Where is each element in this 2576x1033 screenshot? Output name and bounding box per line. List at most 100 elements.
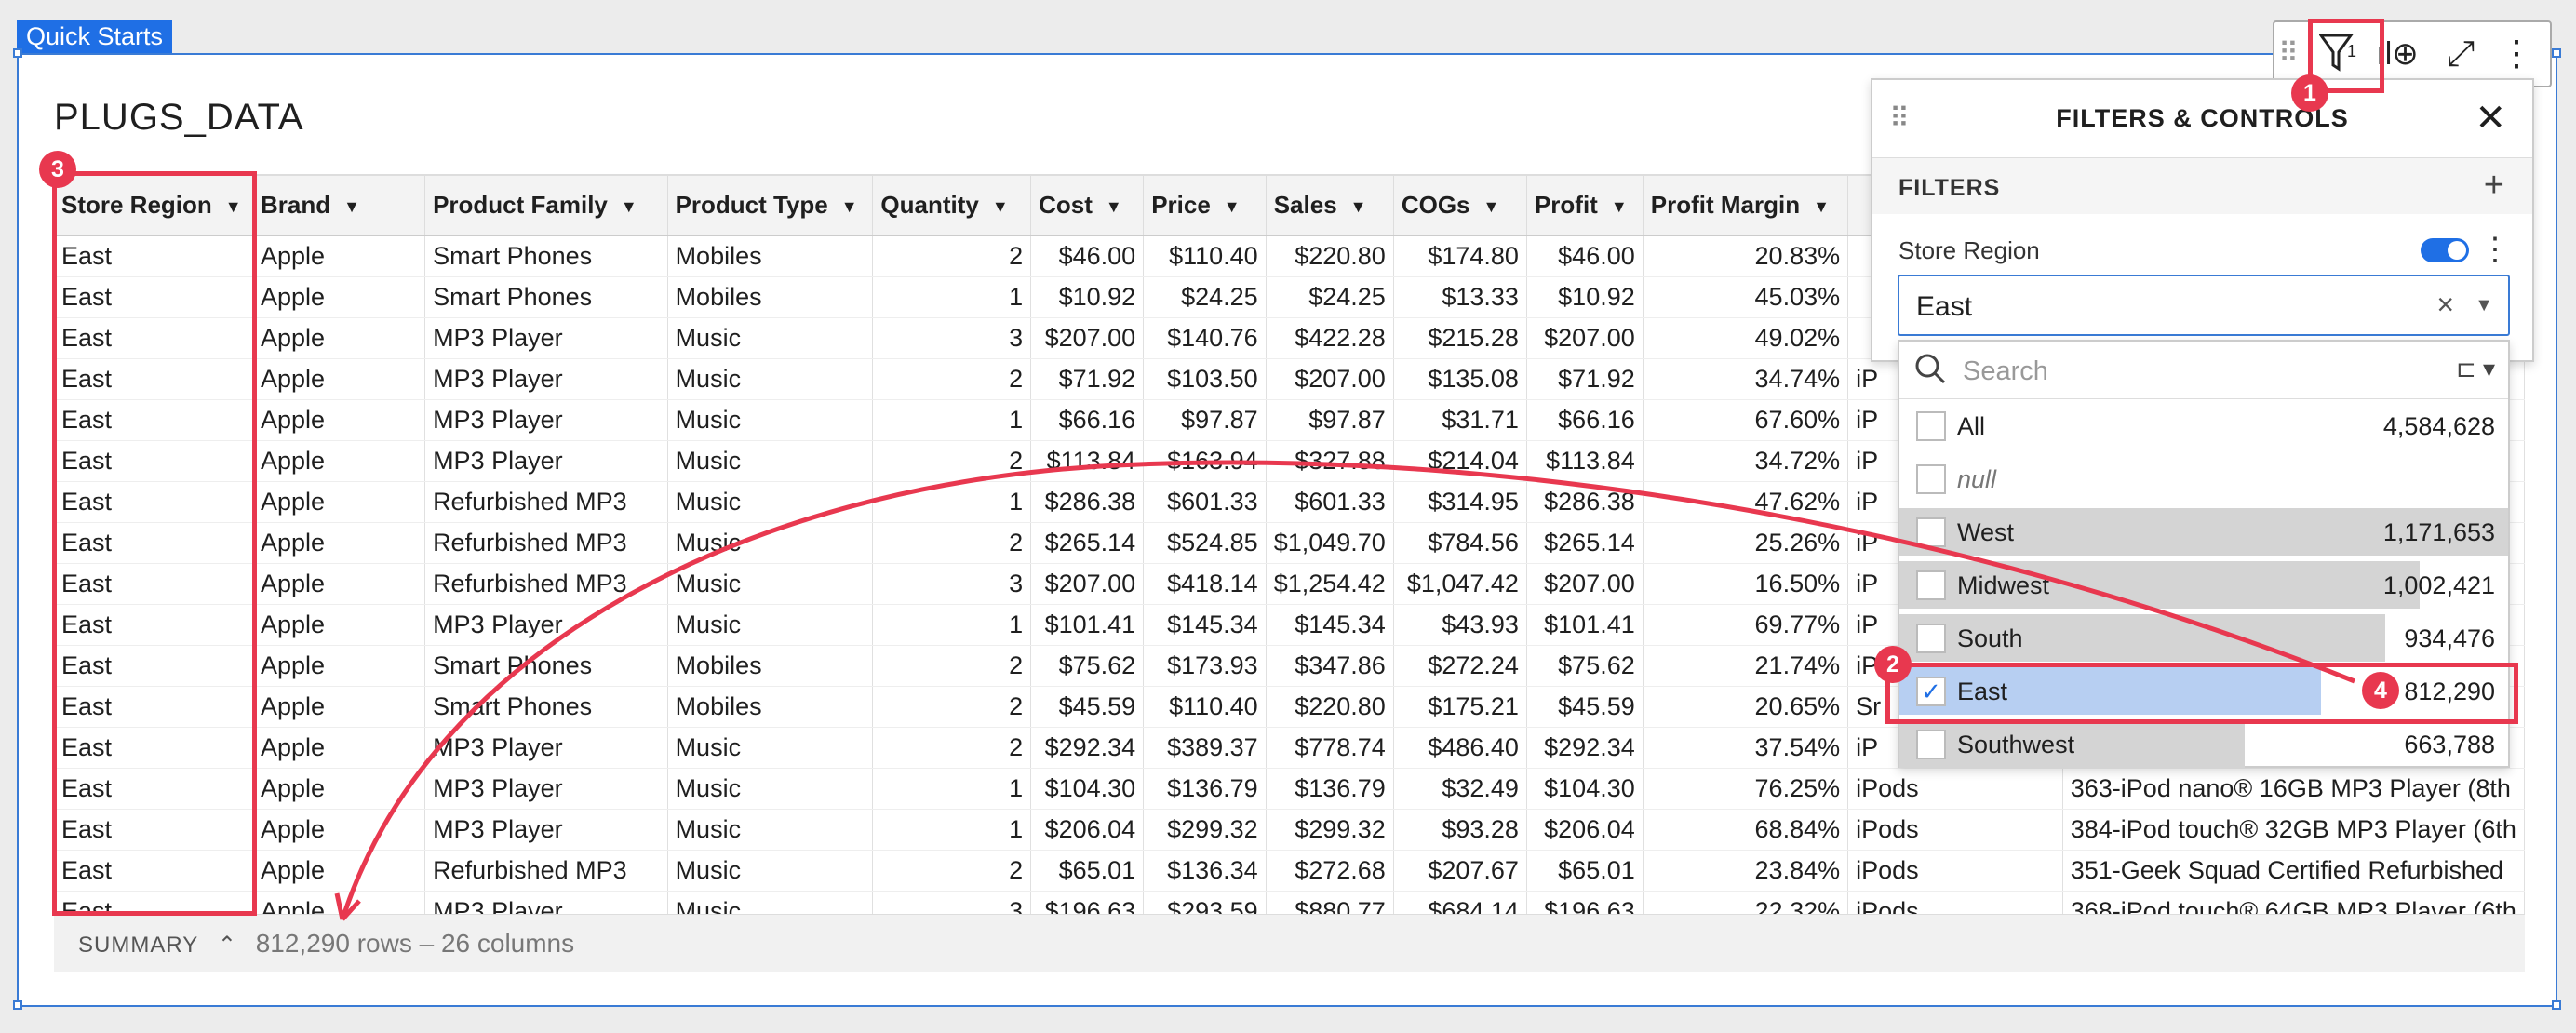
table-cell: $136.79 — [1143, 768, 1267, 810]
table-cell: 1 — [872, 604, 1032, 646]
table-cell: 2 — [872, 850, 1032, 892]
option-checkbox[interactable] — [1916, 624, 1946, 653]
option-checkbox[interactable] — [1916, 464, 1946, 494]
chevron-down-icon[interactable]: ▼ — [343, 197, 360, 217]
table-cell: $293.59 — [1143, 891, 1267, 914]
column-header[interactable]: Cost ▼ — [1030, 176, 1145, 236]
table-cell: Apple — [252, 563, 426, 605]
table-cell: Smart Phones — [424, 276, 668, 318]
column-header-label: Profit Margin — [1650, 191, 1801, 219]
filter-option[interactable]: West 1,171,653 — [1899, 505, 2508, 558]
table-title: PLUGS_DATA — [54, 97, 304, 138]
column-header[interactable]: Product Family ▼ — [424, 176, 668, 236]
table-cell: Apple — [252, 481, 426, 523]
column-header[interactable]: Profit ▼ — [1526, 176, 1644, 236]
table-cell: Apple — [252, 604, 426, 646]
chevron-down-icon[interactable]: ▼ — [1611, 197, 1628, 217]
table-cell: $601.33 — [1143, 481, 1267, 523]
table-row[interactable]: East Apple MP3 Player Music 1 $104.30 $136.79 $… — [54, 768, 2525, 810]
table-cell: $207.00 — [1030, 563, 1145, 605]
table-cell: Apple — [252, 809, 426, 851]
column-header[interactable]: COGs ▼ — [1393, 176, 1527, 236]
table-cell: 3 — [872, 317, 1032, 359]
table-cell: Refurbished MP3 — [424, 850, 668, 892]
drag-handle-icon[interactable]: ⠿ — [2274, 22, 2302, 86]
option-count: 1,171,653 — [2382, 518, 2495, 546]
column-header[interactable]: Profit Margin ▼ — [1643, 176, 1849, 236]
table-cell: MP3 Player — [424, 358, 668, 400]
summary-bar[interactable]: SUMMARY ⌃ 812,290 rows – 26 columns — [54, 914, 2525, 972]
table-cell: 363-iPod nano® 16GB MP3 Player (8th — [2062, 768, 2525, 810]
option-label: South — [1957, 624, 2023, 652]
filter-option[interactable]: Midwest 1,002,421 — [1899, 558, 2508, 611]
resize-handle[interactable] — [13, 1000, 22, 1010]
more-options-icon[interactable]: ⋮ — [2490, 22, 2542, 86]
add-filter-icon[interactable]: + — [2484, 166, 2504, 206]
option-checkbox[interactable] — [1916, 570, 1946, 600]
column-header[interactable]: Sales ▼ — [1266, 176, 1394, 236]
chevron-down-icon[interactable]: ▼ — [1813, 197, 1830, 217]
chevron-down-icon[interactable]: ▼ — [1350, 197, 1367, 217]
table-cell: Apple — [252, 522, 426, 564]
chevron-down-icon[interactable]: ▼ — [2475, 295, 2493, 316]
filter-option[interactable]: South 934,476 — [1899, 611, 2508, 664]
close-icon[interactable]: ✕ — [2475, 97, 2506, 140]
table-cell: 21.74% — [1643, 645, 1849, 687]
resize-handle[interactable] — [13, 48, 22, 58]
table-row[interactable]: East Apple MP3 Player Music 3 $196.63 $293.59 $… — [54, 891, 2525, 914]
option-count: 1,002,421 — [2382, 571, 2495, 599]
option-checkbox[interactable] — [1916, 730, 1946, 759]
chevron-down-icon[interactable]: ▼ — [841, 197, 858, 217]
column-header[interactable]: Brand ▼ — [252, 176, 426, 236]
option-checkbox[interactable] — [1916, 517, 1946, 547]
option-checkbox[interactable] — [1916, 411, 1946, 441]
resize-handle[interactable] — [2552, 48, 2561, 58]
column-header[interactable]: Product Type ▼ — [667, 176, 874, 236]
table-cell: 3 — [872, 563, 1032, 605]
table-cell: 3 — [872, 891, 1032, 914]
chevron-down-icon[interactable]: ▼ — [992, 197, 1009, 217]
table-cell: $486.40 — [1393, 727, 1527, 769]
table-cell: 368-iPod touch® 64GB MP3 Player (6th — [2062, 891, 2525, 914]
filter-option[interactable]: Southwest 663,788 — [1899, 718, 2508, 771]
expand-icon[interactable]: ⤢ — [2435, 22, 2487, 86]
table-cell: Refurbished MP3 — [424, 522, 668, 564]
column-header[interactable]: Price ▼ — [1143, 176, 1267, 236]
table-cell: Refurbished MP3 — [424, 563, 668, 605]
search-input[interactable]: Search — [1963, 356, 2048, 387]
table-cell: $389.37 — [1143, 727, 1267, 769]
annotation-badge-1: 1 — [2291, 74, 2328, 112]
table-cell: Apple — [252, 235, 426, 277]
table-cell: $103.50 — [1143, 358, 1267, 400]
table-cell: Mobiles — [667, 645, 874, 687]
table-cell: 37.54% — [1643, 727, 1849, 769]
table-cell: $45.59 — [1030, 686, 1145, 728]
table-cell: 1 — [872, 768, 1032, 810]
filters-section-title: FILTERS — [1898, 175, 2001, 201]
chevron-down-icon[interactable]: ▼ — [1224, 197, 1241, 217]
table-row[interactable]: East Apple Refurbished MP3 Music 2 $65.01 $136… — [54, 850, 2525, 892]
table-cell: $347.86 — [1266, 645, 1394, 687]
sort-icon[interactable]: ⊏ ▾ — [2456, 355, 2495, 383]
clear-icon[interactable]: × — [2436, 288, 2454, 322]
chevron-down-icon[interactable]: ▼ — [1483, 197, 1500, 217]
table-cell: Apple — [252, 686, 426, 728]
table-cell: Apple — [252, 276, 426, 318]
store-region-select[interactable]: East × ▼ — [1898, 275, 2510, 336]
chevron-down-icon[interactable]: ▼ — [1106, 197, 1122, 217]
filter-option[interactable]: All 4,584,628 — [1899, 399, 2508, 452]
chevron-up-icon[interactable]: ⌃ — [218, 932, 236, 958]
resize-handle[interactable] — [2552, 1000, 2561, 1010]
filter-toggle[interactable] — [2421, 238, 2469, 262]
table-cell: MP3 Player — [424, 317, 668, 359]
table-cell: Smart Phones — [424, 235, 668, 277]
table-row[interactable]: East Apple MP3 Player Music 1 $206.04 $299.32 $… — [54, 809, 2525, 851]
chevron-down-icon[interactable]: ▼ — [621, 197, 637, 217]
column-header[interactable]: Quantity ▼ — [872, 176, 1032, 236]
quick-starts-tag: Quick Starts — [17, 20, 173, 53]
table-cell: $101.41 — [1030, 604, 1145, 646]
table-cell: iPods — [1847, 809, 2063, 851]
filter-more-icon[interactable]: ⋮ — [2479, 231, 2511, 268]
filter-option[interactable]: null — [1899, 452, 2508, 505]
table-cell: iPods — [1847, 891, 2063, 914]
